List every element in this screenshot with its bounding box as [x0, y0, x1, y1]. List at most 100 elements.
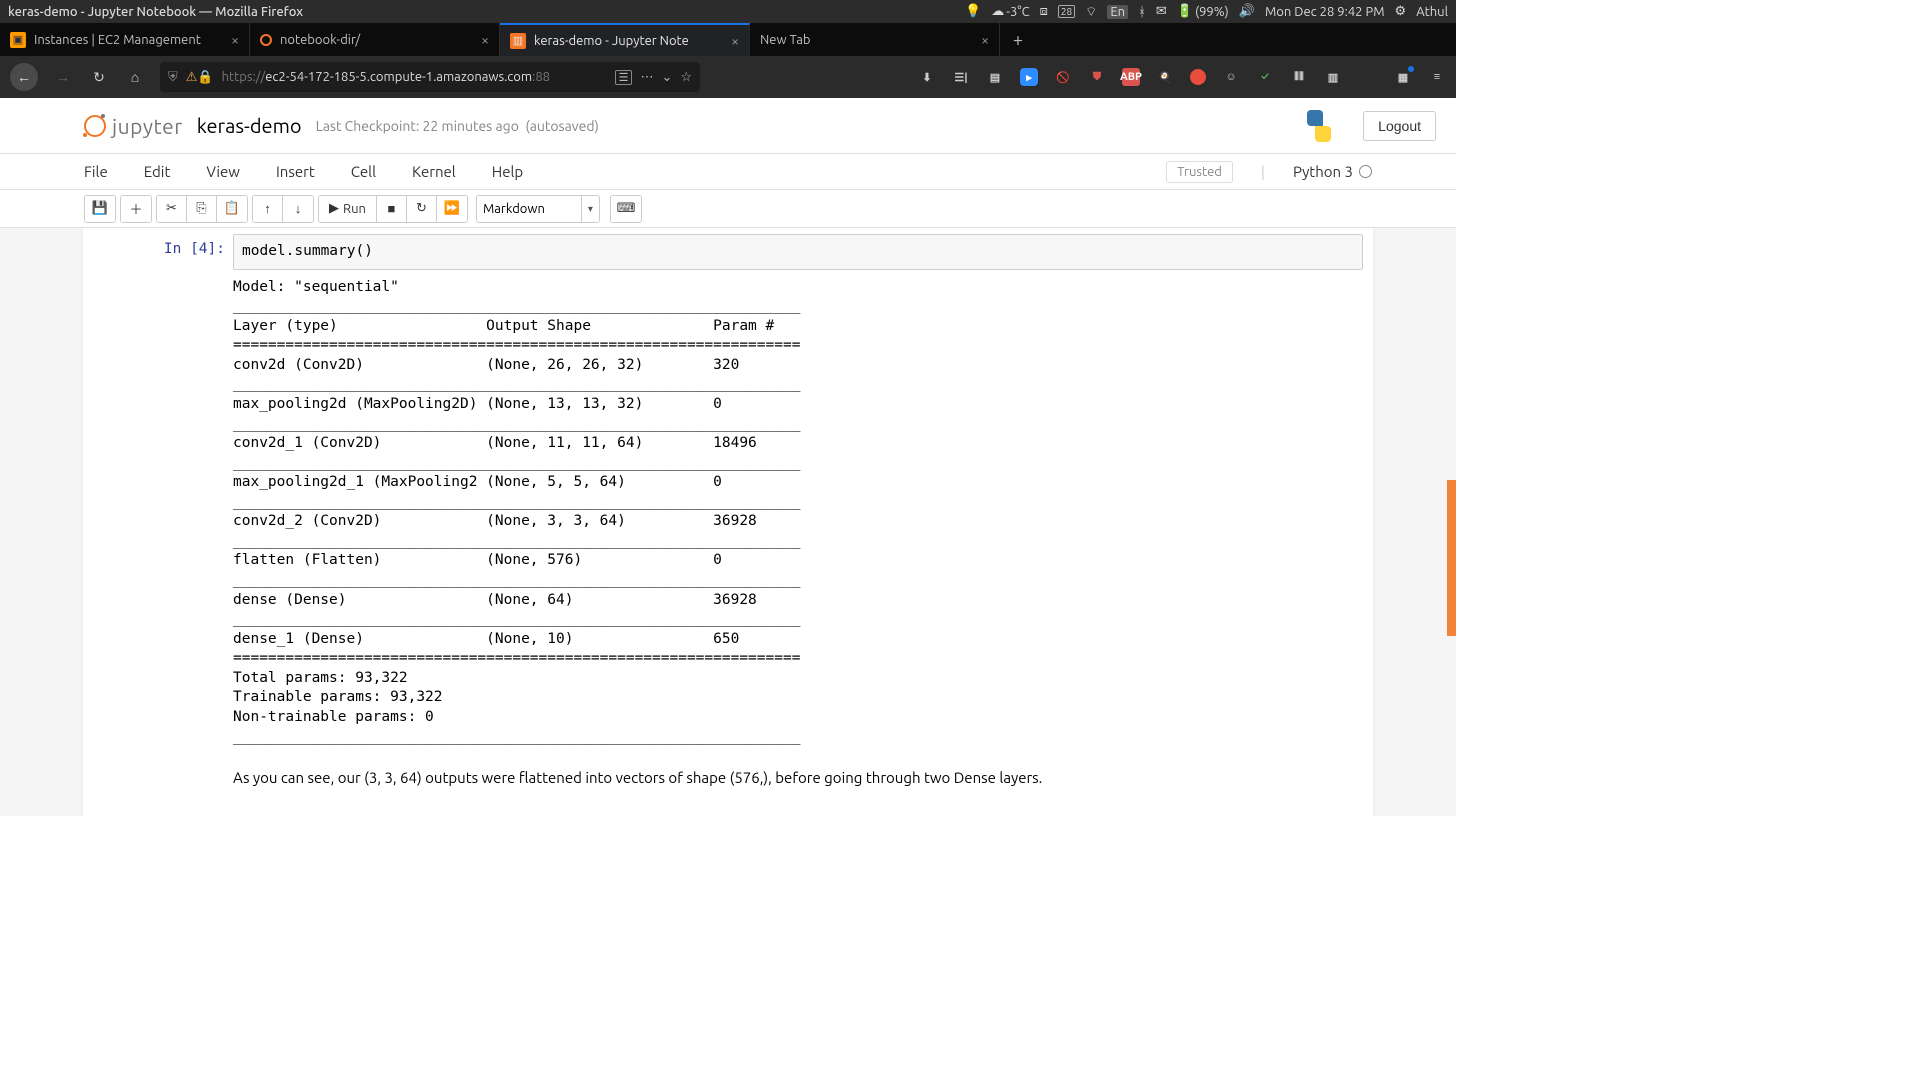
menu-cell[interactable]: Cell [351, 163, 376, 180]
move-down-button[interactable]: ↓ [283, 196, 313, 222]
menu-file[interactable]: File [84, 163, 108, 180]
ext-icon-1[interactable]: 🍳 [1156, 68, 1174, 86]
close-icon[interactable]: × [981, 32, 989, 48]
menu-help[interactable]: Help [492, 163, 523, 180]
restart-button[interactable]: ↻ [407, 196, 437, 222]
run-button[interactable]: ▶ Run [319, 196, 377, 222]
jupyter-toolbar: 💾 ＋ ✂ ⎘ 📋 ↑ ↓ ▶ Run ■ ↻ ⏩ Markdown ⌨ [0, 190, 1456, 228]
aws-icon: ▣ [10, 32, 26, 48]
code-input[interactable]: model.summary() [233, 234, 1363, 270]
tab-label: notebook-dir/ [280, 33, 473, 47]
reader-icon[interactable]: ☰ [615, 70, 633, 85]
menu-kernel[interactable]: Kernel [412, 163, 456, 180]
calendar-indicator: 28 [1058, 5, 1075, 18]
move-up-button[interactable]: ↑ [253, 196, 283, 222]
mail-icon: ✉ [1156, 4, 1167, 19]
copy-button[interactable]: ⎘ [187, 196, 217, 222]
dropbox-icon: ⧈ [1040, 4, 1048, 19]
tab-new[interactable]: New Tab × [750, 23, 1000, 56]
url-bar[interactable]: ⛨ ⚠🔒 https://ec2-54-172-185-5.compute-1.… [160, 62, 700, 92]
command-palette-button[interactable]: ⌨ [611, 196, 641, 222]
paste-button[interactable]: 📋 [217, 196, 247, 222]
reload-button[interactable]: ↻ [88, 66, 110, 88]
notebook-name[interactable]: keras-demo [197, 114, 302, 137]
downloads-icon[interactable]: ⬇ [918, 68, 936, 86]
menu-view[interactable]: View [206, 163, 240, 180]
forward-button[interactable]: → [52, 66, 74, 88]
notebook-icon: ▥ [510, 33, 526, 49]
close-icon[interactable]: × [231, 32, 239, 48]
close-icon[interactable]: × [481, 32, 489, 48]
account-icon[interactable]: ☺ [1222, 68, 1240, 86]
browser-navbar: ← → ↻ ⌂ ⛨ ⚠🔒 https://ec2-54-172-185-5.co… [0, 56, 1456, 98]
add-cell-button[interactable]: ＋ [121, 196, 151, 222]
overflow-icon[interactable]: ▦ [1394, 68, 1412, 86]
bookmark-star-icon[interactable]: ☆ [680, 70, 692, 85]
logout-button[interactable]: Logout [1363, 111, 1436, 141]
shield-icon[interactable]: ⛨ [168, 70, 178, 85]
new-tab-button[interactable]: + [1000, 23, 1036, 56]
lock-warning-icon[interactable]: ⚠🔒 [186, 70, 214, 85]
settings-icon: ⚙ [1395, 4, 1407, 19]
jupyter-logo[interactable]: jupyter [84, 114, 183, 138]
markdown-text: As you can see, our (3, 3, 64) outputs w… [233, 769, 1042, 786]
checkpoint-status: Last Checkpoint: 22 minutes ago (autosav… [316, 118, 599, 134]
tab-keras-demo[interactable]: ▥ keras-demo - Jupyter Note × [500, 23, 750, 56]
cell-type-select[interactable]: Markdown [476, 195, 600, 223]
os-top-bar: keras-demo - Jupyter Notebook — Mozilla … [0, 0, 1456, 23]
menu-insert[interactable]: Insert [276, 163, 315, 180]
bluetooth-icon: ᚼ [1138, 5, 1146, 19]
jupyter-menubar: File Edit View Insert Cell Kernel Help T… [0, 154, 1456, 190]
pocket-icon[interactable]: ⌄ [661, 70, 672, 85]
input-prompt: In [4]: [83, 234, 233, 747]
menu-edit[interactable]: Edit [144, 163, 171, 180]
output-area: Model: "sequential" ____________________… [233, 270, 1363, 748]
ext-icon-4[interactable]: ▥ [1324, 68, 1342, 86]
weather-indicator: ☁ -3°C [991, 4, 1029, 19]
tab-notebook-dir[interactable]: notebook-dir/ × [250, 23, 500, 56]
home-button[interactable]: ⌂ [124, 66, 146, 88]
restart-run-all-button[interactable]: ⏩ [437, 196, 467, 222]
notebook-container: In [4]: model.summary() Model: "sequenti… [83, 228, 1373, 816]
jupyter-header: jupyter keras-demo Last Checkpoint: 22 m… [0, 98, 1456, 154]
page-actions-icon[interactable]: ⋯ [640, 70, 653, 85]
ext-icon-2[interactable]: ✓ [1256, 68, 1274, 86]
datetime: Mon Dec 28 9:42 PM [1265, 5, 1385, 19]
language-indicator: En [1107, 5, 1128, 19]
sidebar-icon[interactable]: ▤ [986, 68, 1004, 86]
browser-tabstrip: ▣ Instances | EC2 Management × notebook-… [0, 23, 1456, 56]
window-title: keras-demo - Jupyter Notebook — Mozilla … [8, 5, 303, 19]
tab-label: keras-demo - Jupyter Note [534, 34, 723, 48]
zoom-ext-icon[interactable]: ▸ [1020, 68, 1038, 86]
library-icon[interactable]: ☰| [952, 68, 970, 86]
python-logo-icon [1303, 110, 1335, 142]
tab-label: Instances | EC2 Management [34, 33, 223, 47]
back-button[interactable]: ← [10, 63, 38, 91]
noscript-icon[interactable]: 🚫 [1054, 68, 1072, 86]
kernel-name: Python 3 [1293, 163, 1353, 180]
tab-label: New Tab [760, 33, 973, 47]
kernel-indicator[interactable]: Python 3 [1293, 163, 1372, 180]
ext-icon-3[interactable]: ⦀⦀ [1290, 68, 1308, 86]
trusted-indicator[interactable]: Trusted [1166, 161, 1233, 183]
volume-icon: 🔊 [1239, 4, 1255, 19]
hamburger-icon[interactable]: ≡ [1428, 68, 1446, 86]
bulb-icon: 💡 [965, 4, 981, 19]
close-icon[interactable]: × [731, 33, 739, 49]
code-cell[interactable]: In [4]: model.summary() Model: "sequenti… [83, 228, 1373, 753]
cut-button[interactable]: ✂ [157, 196, 187, 222]
ublock-icon[interactable]: ⛊ [1088, 68, 1106, 86]
os-indicators: 💡 ☁ -3°C ⧈ 28 ⌔ En ᚼ ✉ 🔋 (99%) 🔊 Mon Dec… [965, 4, 1448, 20]
tab-ec2[interactable]: ▣ Instances | EC2 Management × [0, 23, 250, 56]
wifi-icon: ⌔ [1085, 4, 1097, 20]
markdown-cell[interactable]: As you can see, our (3, 3, 64) outputs w… [83, 753, 1373, 798]
interrupt-button[interactable]: ■ [377, 196, 407, 222]
abp-icon[interactable]: ABP [1122, 68, 1140, 86]
save-button[interactable]: 💾 [85, 196, 115, 222]
toolbar-extensions: ⬇ ☰| ▤ ▸ 🚫 ⛊ ABP 🍳 ☺ ✓ ⦀⦀ ▥ ▦ ≡ [918, 68, 1446, 86]
tomato-icon[interactable] [1190, 69, 1206, 85]
notebook-scroll-area[interactable]: In [4]: model.summary() Model: "sequenti… [0, 228, 1456, 816]
scrollbar-thumb[interactable] [1447, 480, 1456, 636]
stdout-output: Model: "sequential" ____________________… [233, 278, 1363, 748]
jupyter-dir-icon [260, 34, 272, 46]
